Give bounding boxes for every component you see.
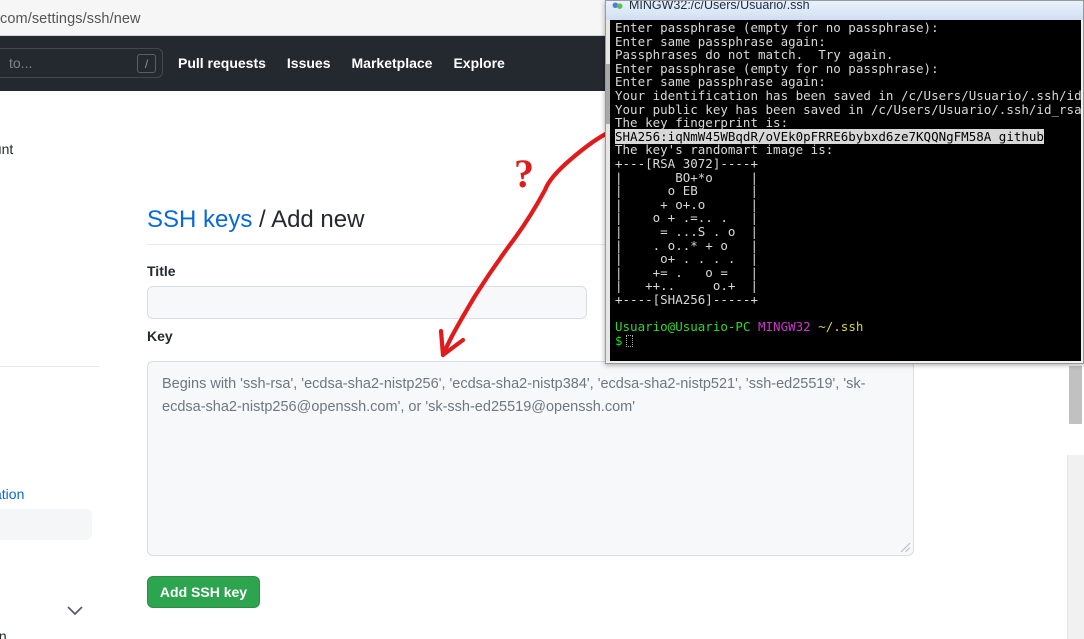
- sidebar-divider-1: [0, 366, 100, 367]
- terminal-randomart-line: +----[SHA256]-----+: [615, 291, 758, 307]
- nav-link-marketplace[interactable]: Marketplace: [352, 55, 433, 71]
- terminal-prompt-shell: MINGW32: [758, 319, 811, 335]
- chevron-down-icon[interactable]: [67, 603, 83, 619]
- nav-link-explore[interactable]: Explore: [453, 55, 504, 71]
- sidebar-active-pill[interactable]: [0, 509, 92, 540]
- browser-scrollbar-track[interactable]: [1067, 455, 1084, 639]
- breadcrumb-current: Add new: [271, 206, 365, 233]
- nav-links: Pull requests Issues Marketplace Explore: [178, 55, 505, 71]
- terminal-cursor: [625, 334, 633, 347]
- terminal-title-text: MINGW32:/c/Users/Usuario/.ssh: [629, 0, 810, 12]
- browser-scrollbar-thumb[interactable]: [1069, 366, 1082, 424]
- breadcrumb-separator: /: [252, 206, 272, 233]
- terminal-output-line: The key fingerprint is:: [615, 115, 789, 131]
- screenshot-root: com/settings/ssh/new to... / Pull reques…: [0, 0, 1084, 639]
- terminal-prompt-symbol: $: [615, 332, 623, 348]
- terminal-window[interactable]: MINGW32:/c/Users/Usuario/.ssh Enter pass…: [605, 0, 1084, 364]
- settings-sidebar: ount tication ion: [0, 91, 100, 639]
- search-input[interactable]: to... /: [0, 48, 163, 78]
- sidebar-item-authentication[interactable]: tication: [0, 486, 24, 502]
- git-bash-icon: [612, 2, 623, 9]
- breadcrumb-link-ssh-keys[interactable]: SSH keys: [147, 206, 252, 233]
- terminal-prompt-path: ~/.ssh: [818, 319, 864, 335]
- search-shortcut-badge: /: [137, 54, 156, 73]
- terminal-title-bar[interactable]: MINGW32:/c/Users/Usuario/.ssh: [606, 0, 1083, 20]
- sidebar-item-account[interactable]: ount: [0, 141, 13, 157]
- sidebar-item-organization[interactable]: ion: [0, 628, 7, 639]
- title-field-label: Title: [147, 263, 176, 279]
- search-placeholder: to...: [9, 55, 33, 71]
- nav-link-issues[interactable]: Issues: [287, 55, 331, 71]
- add-ssh-key-button[interactable]: Add SSH key: [147, 576, 260, 608]
- url-text[interactable]: com/settings/ssh/new: [0, 11, 141, 27]
- page-title: SSH keys / Add new: [147, 206, 364, 234]
- key-placeholder-text: Begins with 'ssh-rsa', 'ecdsa-sha2-nistp…: [162, 376, 866, 416]
- annotation-question-mark: ?: [514, 151, 534, 196]
- terminal-screen[interactable]: Enter passphrase (empty for no passphras…: [610, 20, 1081, 361]
- resize-grip-icon[interactable]: [900, 542, 911, 553]
- key-textarea[interactable]: Begins with 'ssh-rsa', 'ecdsa-sha2-nistp…: [147, 361, 914, 556]
- key-field-label: Key: [147, 328, 173, 344]
- title-input[interactable]: [147, 286, 587, 319]
- terminal-prompt-user: Usuario@Usuario-PC: [615, 319, 751, 335]
- nav-link-pull-requests[interactable]: Pull requests: [178, 55, 266, 71]
